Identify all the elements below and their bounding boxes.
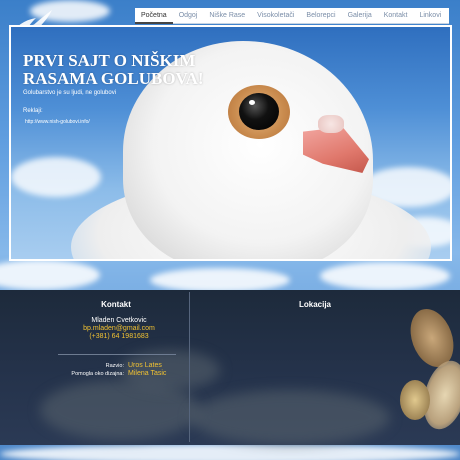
credit-developer: Razvio: Uros Lates bbox=[56, 362, 196, 370]
nav-item-5[interactable]: Galerija bbox=[342, 8, 378, 24]
hero-cloud bbox=[11, 157, 101, 197]
credit-value: Uros Lates bbox=[128, 362, 162, 369]
footer-separator bbox=[58, 354, 176, 355]
nav-item-7[interactable]: Linkovi bbox=[413, 8, 447, 24]
dove-eye bbox=[239, 93, 279, 130]
location-title: Lokacija bbox=[298, 300, 331, 309]
nav-item-4[interactable]: Belorepci bbox=[300, 8, 341, 24]
nav-item-2[interactable]: Niške Rase bbox=[203, 8, 251, 24]
nav-item-3[interactable]: Visokoletači bbox=[251, 8, 300, 24]
dove-cere bbox=[318, 115, 344, 133]
hero-label: Reklaji: bbox=[23, 108, 43, 114]
bg-cloud bbox=[320, 262, 450, 290]
credit-label: Razvio: bbox=[105, 363, 124, 369]
bg-cloud bbox=[0, 260, 100, 290]
contact-name: Mladen Cvetkovic bbox=[91, 317, 147, 324]
credit-value: Milena Tasic bbox=[128, 370, 167, 377]
hero-banner: PRVI SAJT O NIŠKIM RASAMA GOLUBOVA! Golu… bbox=[9, 25, 452, 261]
dove-eye-glint bbox=[249, 100, 255, 105]
nav-item-6[interactable]: Kontakt bbox=[378, 8, 414, 24]
credit-design: Pomogla oko dizajna: Milena Tasic bbox=[56, 370, 196, 378]
contact-email[interactable]: bp.mladen@gmail.com bbox=[60, 325, 178, 333]
nav-item-1[interactable]: Odgoj bbox=[173, 8, 204, 24]
flower-petal bbox=[400, 380, 430, 420]
bg-cloud bbox=[0, 444, 460, 460]
hero-subtitle: Golubarstvo je su ljudi, ne golubovi bbox=[23, 90, 117, 96]
nav-item-0[interactable]: Početna bbox=[135, 8, 173, 24]
bg-cloud bbox=[150, 268, 290, 292]
hero-title: PRVI SAJT O NIŠKIM RASAMA GOLUBOVA! bbox=[23, 51, 204, 88]
credit-label: Pomogla oko dizajna: bbox=[71, 371, 124, 377]
contact-phone: (+381) 64 1981683 bbox=[89, 333, 149, 340]
contact-title: Kontakt bbox=[101, 300, 131, 309]
footer-cloud bbox=[190, 390, 390, 445]
hero-link[interactable]: http://www.nish-golubovi.info/ bbox=[25, 119, 90, 125]
main-nav: Početna Odgoj Niške Rase Visokoletači Belore… bbox=[135, 8, 449, 24]
